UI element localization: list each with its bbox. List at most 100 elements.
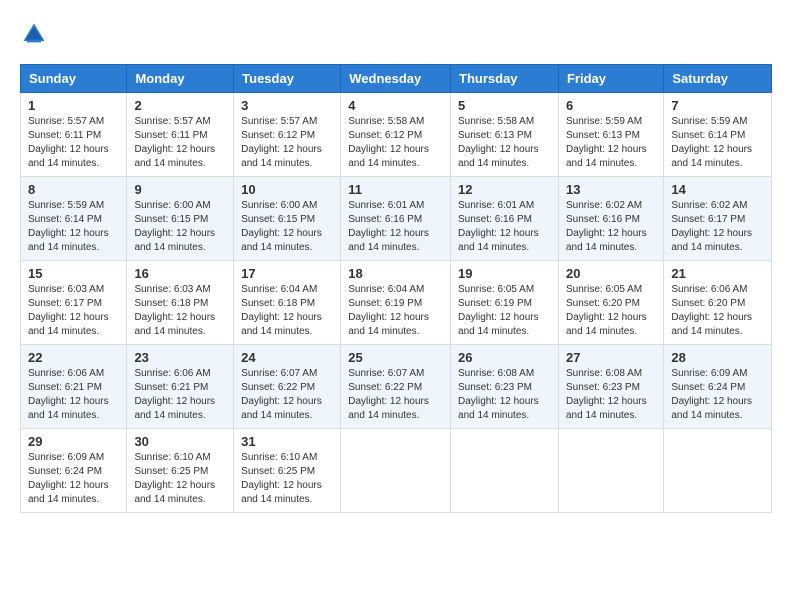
day-number: 8 bbox=[28, 182, 119, 197]
day-info: Sunrise: 6:03 AMSunset: 6:18 PMDaylight:… bbox=[134, 283, 226, 339]
day-info: Sunrise: 5:59 AMSunset: 6:14 PMDaylight:… bbox=[28, 199, 119, 255]
day-number: 4 bbox=[348, 98, 443, 113]
calendar-cell: 7 Sunrise: 5:59 AMSunset: 6:14 PMDaylight… bbox=[664, 93, 772, 177]
day-info: Sunrise: 6:08 AMSunset: 6:23 PMDaylight:… bbox=[458, 367, 551, 423]
calendar-cell bbox=[558, 429, 663, 513]
week-row-4: 22 Sunrise: 6:06 AMSunset: 6:21 PMDayligh… bbox=[21, 345, 772, 429]
col-header-wednesday: Wednesday bbox=[341, 65, 451, 93]
calendar-cell: 26Sunrise: 6:08 AMSunset: 6:23 PMDayligh… bbox=[451, 345, 559, 429]
day-info: Sunrise: 6:06 AMSunset: 6:20 PMDaylight:… bbox=[671, 283, 764, 339]
week-row-2: 8 Sunrise: 5:59 AMSunset: 6:14 PMDaylight… bbox=[21, 177, 772, 261]
day-number: 28 bbox=[671, 350, 764, 365]
day-number: 19 bbox=[458, 266, 551, 281]
calendar-cell: 25Sunrise: 6:07 AMSunset: 6:22 PMDayligh… bbox=[341, 345, 451, 429]
header bbox=[20, 20, 772, 48]
calendar-cell bbox=[451, 429, 559, 513]
day-info: Sunrise: 6:09 AMSunset: 6:24 PMDaylight:… bbox=[28, 451, 119, 507]
calendar-header-row: SundayMondayTuesdayWednesdayThursdayFrid… bbox=[21, 65, 772, 93]
calendar-cell: 21Sunrise: 6:06 AMSunset: 6:20 PMDayligh… bbox=[664, 261, 772, 345]
day-number: 2 bbox=[134, 98, 226, 113]
logo bbox=[20, 20, 52, 48]
col-header-tuesday: Tuesday bbox=[234, 65, 341, 93]
col-header-saturday: Saturday bbox=[664, 65, 772, 93]
calendar-cell: 19Sunrise: 6:05 AMSunset: 6:19 PMDayligh… bbox=[451, 261, 559, 345]
day-number: 14 bbox=[671, 182, 764, 197]
day-number: 11 bbox=[348, 182, 443, 197]
calendar-cell bbox=[341, 429, 451, 513]
day-number: 30 bbox=[134, 434, 226, 449]
calendar-cell: 22 Sunrise: 6:06 AMSunset: 6:21 PMDayligh… bbox=[21, 345, 127, 429]
day-info: Sunrise: 6:04 AMSunset: 6:18 PMDaylight:… bbox=[241, 283, 333, 339]
calendar-cell: 17 Sunrise: 6:04 AMSunset: 6:18 PMDayligh… bbox=[234, 261, 341, 345]
day-info: Sunrise: 6:08 AMSunset: 6:23 PMDaylight:… bbox=[566, 367, 656, 423]
calendar-cell: 8 Sunrise: 5:59 AMSunset: 6:14 PMDaylight… bbox=[21, 177, 127, 261]
day-number: 31 bbox=[241, 434, 333, 449]
calendar-cell: 28 Sunrise: 6:09 AMSunset: 6:24 PMDayligh… bbox=[664, 345, 772, 429]
day-info: Sunrise: 6:02 AMSunset: 6:16 PMDaylight:… bbox=[566, 199, 656, 255]
col-header-sunday: Sunday bbox=[21, 65, 127, 93]
calendar-cell: 6Sunrise: 5:59 AMSunset: 6:13 PMDaylight… bbox=[558, 93, 663, 177]
day-number: 29 bbox=[28, 434, 119, 449]
day-number: 3 bbox=[241, 98, 333, 113]
week-row-1: 1 Sunrise: 5:57 AMSunset: 6:11 PMDaylight… bbox=[21, 93, 772, 177]
day-number: 16 bbox=[134, 266, 226, 281]
calendar-cell: 1 Sunrise: 5:57 AMSunset: 6:11 PMDaylight… bbox=[21, 93, 127, 177]
calendar-cell: 24 Sunrise: 6:07 AMSunset: 6:22 PMDayligh… bbox=[234, 345, 341, 429]
day-number: 12 bbox=[458, 182, 551, 197]
day-number: 22 bbox=[28, 350, 119, 365]
day-number: 10 bbox=[241, 182, 333, 197]
calendar-cell: 3 Sunrise: 5:57 AMSunset: 6:12 PMDaylight… bbox=[234, 93, 341, 177]
calendar-cell: 29 Sunrise: 6:09 AMSunset: 6:24 PMDayligh… bbox=[21, 429, 127, 513]
day-info: Sunrise: 5:57 AMSunset: 6:11 PMDaylight:… bbox=[28, 115, 119, 171]
day-info: Sunrise: 5:59 AMSunset: 6:14 PMDaylight:… bbox=[671, 115, 764, 171]
day-info: Sunrise: 6:06 AMSunset: 6:21 PMDaylight:… bbox=[134, 367, 226, 423]
day-info: Sunrise: 6:00 AMSunset: 6:15 PMDaylight:… bbox=[134, 199, 226, 255]
day-info: Sunrise: 6:10 AMSunset: 6:25 PMDaylight:… bbox=[241, 451, 333, 507]
day-number: 20 bbox=[566, 266, 656, 281]
calendar-cell: 4 Sunrise: 5:58 AMSunset: 6:12 PMDaylight… bbox=[341, 93, 451, 177]
day-number: 27 bbox=[566, 350, 656, 365]
day-number: 23 bbox=[134, 350, 226, 365]
calendar-table: SundayMondayTuesdayWednesdayThursdayFrid… bbox=[20, 64, 772, 513]
day-info: Sunrise: 6:04 AMSunset: 6:19 PMDaylight:… bbox=[348, 283, 443, 339]
calendar-cell: 20Sunrise: 6:05 AMSunset: 6:20 PMDayligh… bbox=[558, 261, 663, 345]
calendar-cell: 16 Sunrise: 6:03 AMSunset: 6:18 PMDayligh… bbox=[127, 261, 234, 345]
calendar-cell: 13 Sunrise: 6:02 AMSunset: 6:16 PMDayligh… bbox=[558, 177, 663, 261]
calendar-cell: 30Sunrise: 6:10 AMSunset: 6:25 PMDayligh… bbox=[127, 429, 234, 513]
day-number: 13 bbox=[566, 182, 656, 197]
calendar-cell: 18Sunrise: 6:04 AMSunset: 6:19 PMDayligh… bbox=[341, 261, 451, 345]
day-info: Sunrise: 6:06 AMSunset: 6:21 PMDaylight:… bbox=[28, 367, 119, 423]
calendar-cell: 23 Sunrise: 6:06 AMSunset: 6:21 PMDayligh… bbox=[127, 345, 234, 429]
day-info: Sunrise: 6:01 AMSunset: 6:16 PMDaylight:… bbox=[348, 199, 443, 255]
day-number: 24 bbox=[241, 350, 333, 365]
logo-icon bbox=[20, 20, 48, 48]
calendar-cell: 14 Sunrise: 6:02 AMSunset: 6:17 PMDayligh… bbox=[664, 177, 772, 261]
calendar-cell: 15Sunrise: 6:03 AMSunset: 6:17 PMDayligh… bbox=[21, 261, 127, 345]
calendar-cell: 5Sunrise: 5:58 AMSunset: 6:13 PMDaylight… bbox=[451, 93, 559, 177]
week-row-3: 15Sunrise: 6:03 AMSunset: 6:17 PMDayligh… bbox=[21, 261, 772, 345]
day-info: Sunrise: 6:07 AMSunset: 6:22 PMDaylight:… bbox=[348, 367, 443, 423]
day-number: 7 bbox=[671, 98, 764, 113]
day-info: Sunrise: 6:09 AMSunset: 6:24 PMDaylight:… bbox=[671, 367, 764, 423]
day-info: Sunrise: 5:58 AMSunset: 6:13 PMDaylight:… bbox=[458, 115, 551, 171]
calendar-cell: 27 Sunrise: 6:08 AMSunset: 6:23 PMDayligh… bbox=[558, 345, 663, 429]
page: SundayMondayTuesdayWednesdayThursdayFrid… bbox=[0, 0, 792, 533]
day-info: Sunrise: 5:57 AMSunset: 6:11 PMDaylight:… bbox=[134, 115, 226, 171]
col-header-thursday: Thursday bbox=[451, 65, 559, 93]
day-info: Sunrise: 6:00 AMSunset: 6:15 PMDaylight:… bbox=[241, 199, 333, 255]
calendar-cell: 31 Sunrise: 6:10 AMSunset: 6:25 PMDayligh… bbox=[234, 429, 341, 513]
calendar-cell: 12 Sunrise: 6:01 AMSunset: 6:16 PMDayligh… bbox=[451, 177, 559, 261]
day-number: 1 bbox=[28, 98, 119, 113]
calendar-cell: 2 Sunrise: 5:57 AMSunset: 6:11 PMDaylight… bbox=[127, 93, 234, 177]
col-header-monday: Monday bbox=[127, 65, 234, 93]
week-row-5: 29 Sunrise: 6:09 AMSunset: 6:24 PMDayligh… bbox=[21, 429, 772, 513]
day-number: 17 bbox=[241, 266, 333, 281]
day-info: Sunrise: 5:57 AMSunset: 6:12 PMDaylight:… bbox=[241, 115, 333, 171]
day-info: Sunrise: 6:03 AMSunset: 6:17 PMDaylight:… bbox=[28, 283, 119, 339]
day-info: Sunrise: 6:07 AMSunset: 6:22 PMDaylight:… bbox=[241, 367, 333, 423]
col-header-friday: Friday bbox=[558, 65, 663, 93]
day-info: Sunrise: 6:01 AMSunset: 6:16 PMDaylight:… bbox=[458, 199, 551, 255]
day-info: Sunrise: 6:02 AMSunset: 6:17 PMDaylight:… bbox=[671, 199, 764, 255]
day-info: Sunrise: 5:58 AMSunset: 6:12 PMDaylight:… bbox=[348, 115, 443, 171]
calendar-cell bbox=[664, 429, 772, 513]
